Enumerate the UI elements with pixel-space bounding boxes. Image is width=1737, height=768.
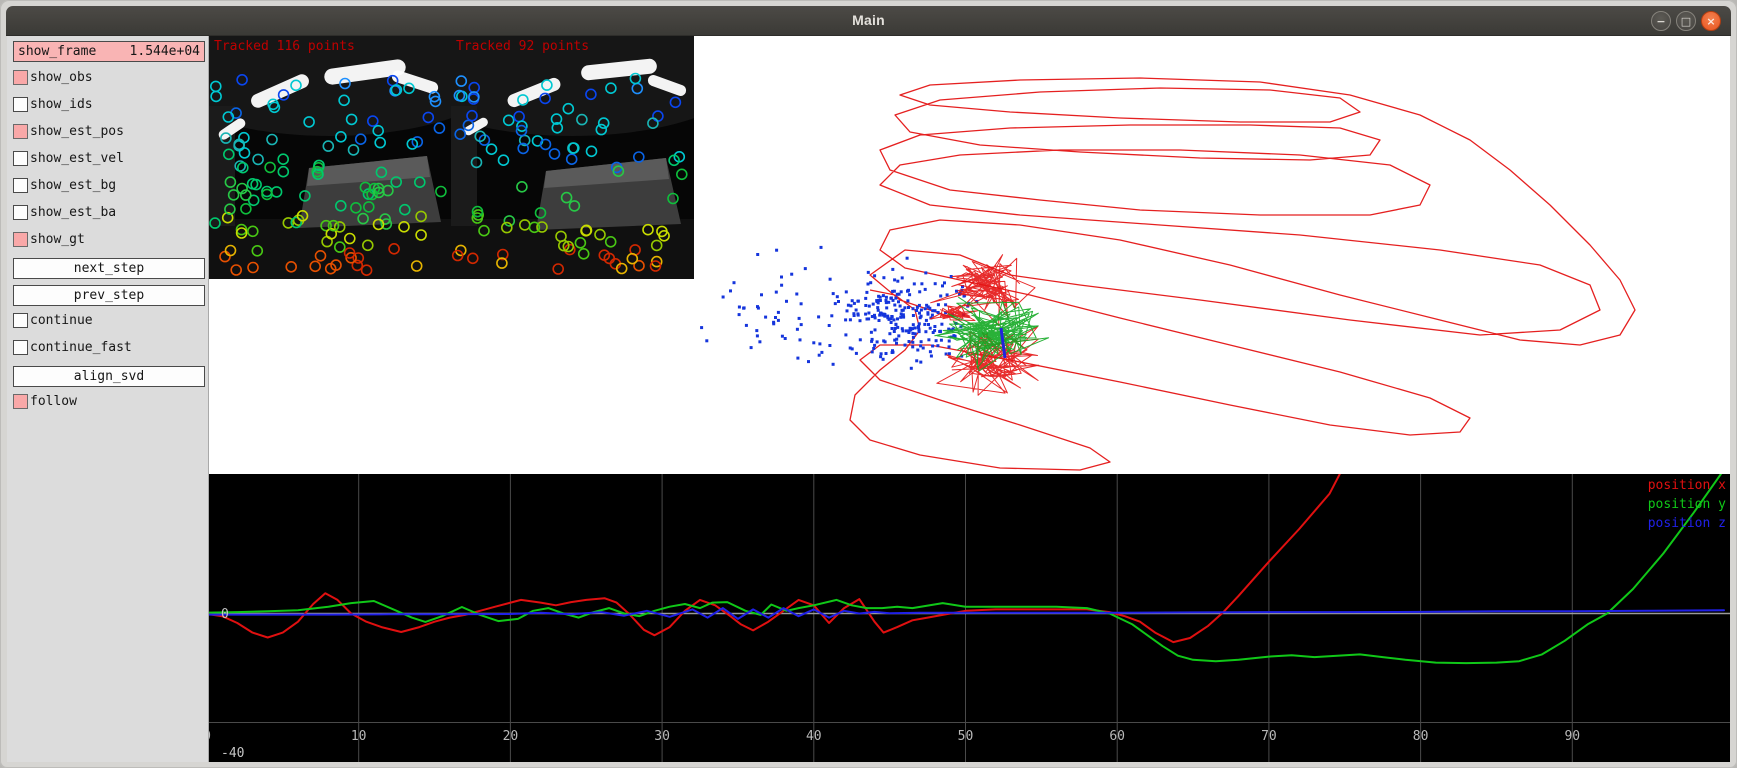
x-tick-label: 70 [1249, 729, 1289, 744]
next_step-button[interactable]: next_step [13, 258, 205, 279]
maximize-icon: □ [1677, 12, 1695, 30]
camera-left-image [209, 36, 451, 279]
camera-feed-left[interactable]: Tracked 116 points [209, 36, 451, 279]
checkbox-label: show_est_vel [30, 151, 124, 166]
checkbox-unchecked-icon[interactable] [13, 178, 28, 193]
sidebar-checkbox-show_est_vel[interactable]: show_est_vel [13, 150, 205, 166]
checkbox-label: show_est_pos [30, 124, 124, 139]
close-icon: × [1702, 12, 1720, 30]
position-plot[interactable]: position x position y position z 0 10 20 30… [209, 474, 1730, 762]
x-tick-label: 10 [339, 729, 379, 744]
sidebar-checkbox-continue[interactable]: continue [13, 312, 205, 328]
checkbox-label: continue [30, 313, 93, 328]
checkbox-checked-icon[interactable] [13, 394, 28, 409]
checkbox-unchecked-icon[interactable] [13, 313, 28, 328]
landmark-point-cloud [700, 246, 848, 363]
checkbox-unchecked-icon[interactable] [13, 97, 28, 112]
y-tick-label: -40 [221, 746, 244, 761]
plot-canvas [209, 474, 1730, 762]
content-area: show_frame 1.544e+04 show_obsshow_idssho… [7, 36, 1730, 762]
checkbox-label: show_est_ba [30, 205, 116, 220]
show-frame-value: 1.544e+04 [130, 44, 200, 59]
minimize-button[interactable]: − [1651, 11, 1671, 31]
tracked-points-label-left: Tracked 116 points [214, 39, 355, 54]
legend-position-y: position y [1648, 495, 1726, 514]
show-frame-label: show_frame [18, 44, 96, 59]
close-button[interactable]: × [1701, 11, 1721, 31]
checkbox-label: show_obs [30, 70, 93, 85]
titlebar[interactable]: Main − □ × [6, 6, 1731, 36]
sidebar-items: show_obs show_ids show_est_pos show_est_vel… [13, 69, 205, 409]
checkbox-checked-icon[interactable] [13, 70, 28, 85]
checkbox-checked-icon[interactable] [13, 124, 28, 139]
x-tick-label: 50 [946, 729, 986, 744]
sidebar-checkbox-show_est_pos[interactable]: show_est_pos [13, 123, 205, 139]
legend-position-z: position z [1648, 514, 1726, 533]
checkbox-unchecked-icon[interactable] [13, 151, 28, 166]
checkbox-label: continue_fast [30, 340, 132, 355]
checkbox-label: show_ids [30, 97, 93, 112]
x-tick-label: 90 [1552, 729, 1592, 744]
sidebar-checkbox-show_ids[interactable]: show_ids [13, 96, 205, 112]
sidebar-checkbox-show_est_ba[interactable]: show_est_ba [13, 204, 205, 220]
tracked-points-label-right: Tracked 92 points [456, 39, 589, 54]
prev_step-button[interactable]: prev_step [13, 285, 205, 306]
x-tick-label: 30 [642, 729, 682, 744]
checkbox-unchecked-icon[interactable] [13, 205, 28, 220]
legend-position-x: position x [1648, 476, 1726, 495]
main-window: Main − □ × show_frame 1.544e+04 show_obs… [0, 0, 1737, 768]
x-tick-label: 60 [1097, 729, 1137, 744]
checkbox-label: show_est_bg [30, 178, 116, 193]
series-position-x [209, 474, 1340, 642]
checkbox-unchecked-icon[interactable] [13, 340, 28, 355]
sidebar-checkbox-show_gt[interactable]: show_gt [13, 231, 205, 247]
checkbox-checked-icon[interactable] [13, 232, 28, 247]
window-controls: − □ × [1651, 11, 1721, 31]
checkbox-label: follow [30, 394, 77, 409]
plot-legend: position x position y position z [1648, 476, 1726, 533]
y-tick-label: 0 [221, 607, 229, 622]
sidebar-checkbox-follow[interactable]: follow [13, 393, 205, 409]
sidebar-checkbox-show_est_bg[interactable]: show_est_bg [13, 177, 205, 193]
x-tick-label: 40 [794, 729, 834, 744]
sidebar-checkbox-show_obs[interactable]: show_obs [13, 69, 205, 85]
x-tick-label: 80 [1401, 729, 1441, 744]
camera-feed-right[interactable]: Tracked 92 points [451, 36, 694, 279]
sidebar-checkbox-continue_fast[interactable]: continue_fast [13, 339, 205, 355]
align_svd-button[interactable]: align_svd [13, 366, 205, 387]
show-frame-field[interactable]: show_frame 1.544e+04 [13, 41, 205, 62]
camera-right-image [451, 36, 694, 279]
maximize-button[interactable]: □ [1676, 11, 1696, 31]
x-tick-label: 0 [209, 729, 227, 744]
x-tick-label: 20 [490, 729, 530, 744]
minimize-icon: − [1652, 12, 1670, 30]
window-title: Main [6, 12, 1731, 28]
checkbox-label: show_gt [30, 232, 85, 247]
control-sidebar: show_frame 1.544e+04 show_obsshow_idssho… [7, 36, 209, 762]
